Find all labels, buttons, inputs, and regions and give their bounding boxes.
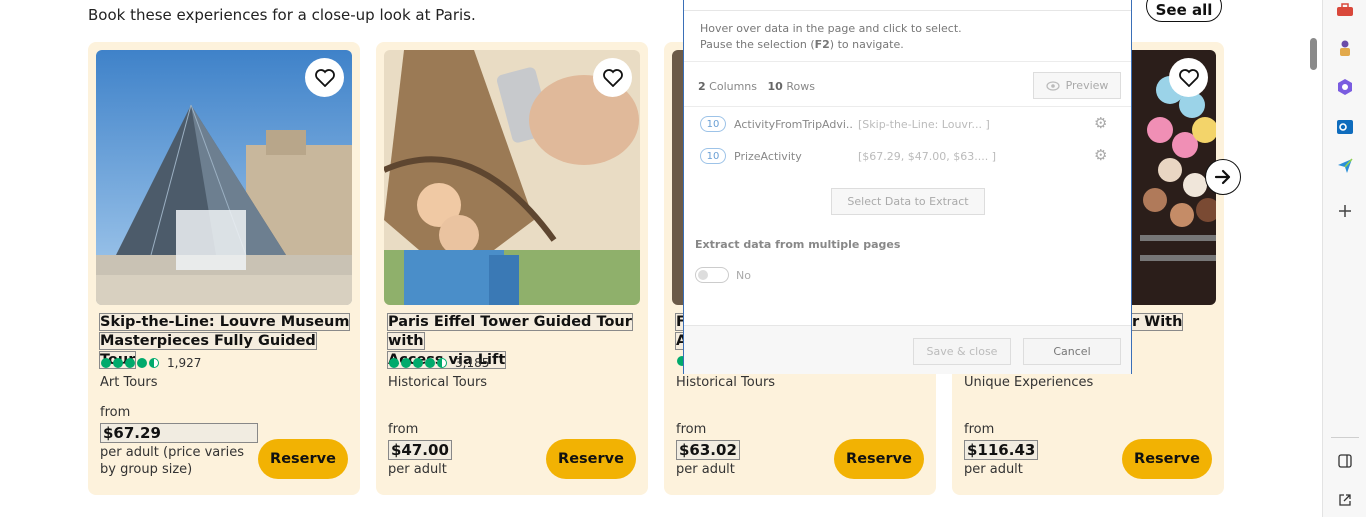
outlook-icon[interactable] — [1335, 117, 1355, 137]
save-heart-button[interactable] — [593, 58, 632, 97]
review-count: 1,927 — [167, 356, 202, 370]
multi-page-toggle[interactable] — [695, 267, 729, 283]
browser-sidebar — [1322, 0, 1366, 517]
eye-icon — [1045, 80, 1060, 91]
price-from-label: from — [100, 405, 131, 420]
price-unit: per adult (price varies by group size) — [100, 445, 244, 477]
divider — [1331, 437, 1359, 438]
arrow-right-icon — [1214, 169, 1231, 185]
reserve-button[interactable]: Reserve — [1122, 439, 1212, 479]
section-subtitle: Book these experiences for a close-up lo… — [88, 6, 476, 24]
preview-button[interactable]: Preview — [1033, 72, 1121, 99]
price-from-label: from — [964, 422, 995, 437]
panel-hint: Hover over data in the page and click to… — [700, 22, 962, 51]
card-category: Historical Tours — [388, 375, 488, 390]
select-data-button[interactable]: Select Data to Extract — [831, 188, 985, 215]
heart-icon — [314, 68, 335, 87]
send-icon[interactable] — [1335, 156, 1355, 176]
field-count-badge: 10 — [700, 116, 726, 132]
panel-top-bar — [684, 0, 1131, 11]
toggle-state-label: No — [736, 269, 751, 282]
panel-footer: Save & close Cancel — [684, 325, 1131, 374]
divider — [684, 61, 1131, 62]
main-content: Book these experiences for a close-up lo… — [0, 0, 1322, 517]
cancel-button[interactable]: Cancel — [1023, 338, 1121, 365]
carousel-next-button[interactable] — [1205, 159, 1241, 195]
sidebar-toggle-icon[interactable] — [1335, 451, 1355, 471]
experience-card[interactable]: Paris Eiffel Tower Guided Tour with Acce… — [376, 42, 648, 495]
heart-icon — [1178, 68, 1199, 87]
reserve-button[interactable]: Reserve — [546, 439, 636, 479]
field-count-badge: 10 — [700, 148, 726, 164]
heart-icon — [602, 68, 623, 87]
gear-icon[interactable]: ⚙ — [1094, 114, 1107, 132]
card-title[interactable]: r With — [1130, 313, 1322, 332]
copilot-icon[interactable] — [1335, 77, 1355, 97]
price-from-label: from — [388, 422, 419, 437]
rating-bubbles: 1,927 — [101, 356, 201, 370]
gear-icon[interactable]: ⚙ — [1094, 146, 1107, 164]
external-link-icon[interactable] — [1335, 490, 1355, 510]
price-from-label: from — [676, 422, 707, 437]
field-row[interactable]: 10 PrizeActivity [$67.29, $47.00, $63...… — [700, 147, 996, 165]
field-row[interactable]: 10 ActivityFromTripAdvi... [Skip-the-Lin… — [700, 115, 990, 133]
reserve-button[interactable]: Reserve — [834, 439, 924, 479]
price-value: $63.02 — [676, 440, 740, 460]
save-heart-button[interactable] — [1169, 58, 1208, 97]
reserve-button[interactable]: Reserve — [258, 439, 348, 479]
rating-bubbles: 3,185 — [389, 356, 489, 370]
add-icon[interactable] — [1335, 201, 1355, 221]
price-unit: per adult — [388, 462, 447, 477]
data-extractor-panel: Hover over data in the page and click to… — [683, 0, 1132, 374]
card-photo-eiffel[interactable] — [384, 50, 640, 305]
card-category: Unique Experiences — [964, 375, 1094, 390]
multi-page-label: Extract data from multiple pages — [695, 238, 901, 251]
see-all-button[interactable]: See all — [1146, 0, 1222, 22]
field-name[interactable]: PrizeActivity — [734, 150, 854, 163]
selection-summary: 2 Columns 10 Rows — [698, 80, 815, 93]
chess-icon[interactable] — [1335, 38, 1355, 58]
field-preview: [Skip-the-Line: Louvr... ] — [858, 117, 990, 131]
price-value: $67.29 — [100, 423, 258, 443]
price-value: $116.43 — [964, 440, 1039, 460]
price-value: $47.00 — [388, 440, 452, 460]
review-count: 3,185 — [455, 356, 490, 370]
card-category: Art Tours — [100, 375, 158, 390]
save-close-button[interactable]: Save & close — [913, 338, 1011, 365]
experience-card[interactable]: Skip-the-Line: Louvre Museum Masterpiece… — [88, 42, 360, 495]
divider — [684, 106, 1131, 107]
field-name[interactable]: ActivityFromTripAdvi... — [734, 118, 854, 131]
price-unit: per adult — [964, 462, 1023, 477]
page-scrollbar-thumb[interactable] — [1310, 38, 1317, 70]
card-category: Historical Tours — [676, 375, 776, 390]
save-heart-button[interactable] — [305, 58, 344, 97]
toolbox-icon[interactable] — [1335, 0, 1355, 20]
card-photo-louvre[interactable] — [96, 50, 352, 305]
field-preview: [$67.29, $47.00, $63.... ] — [858, 149, 997, 163]
price-unit: per adult — [676, 462, 735, 477]
